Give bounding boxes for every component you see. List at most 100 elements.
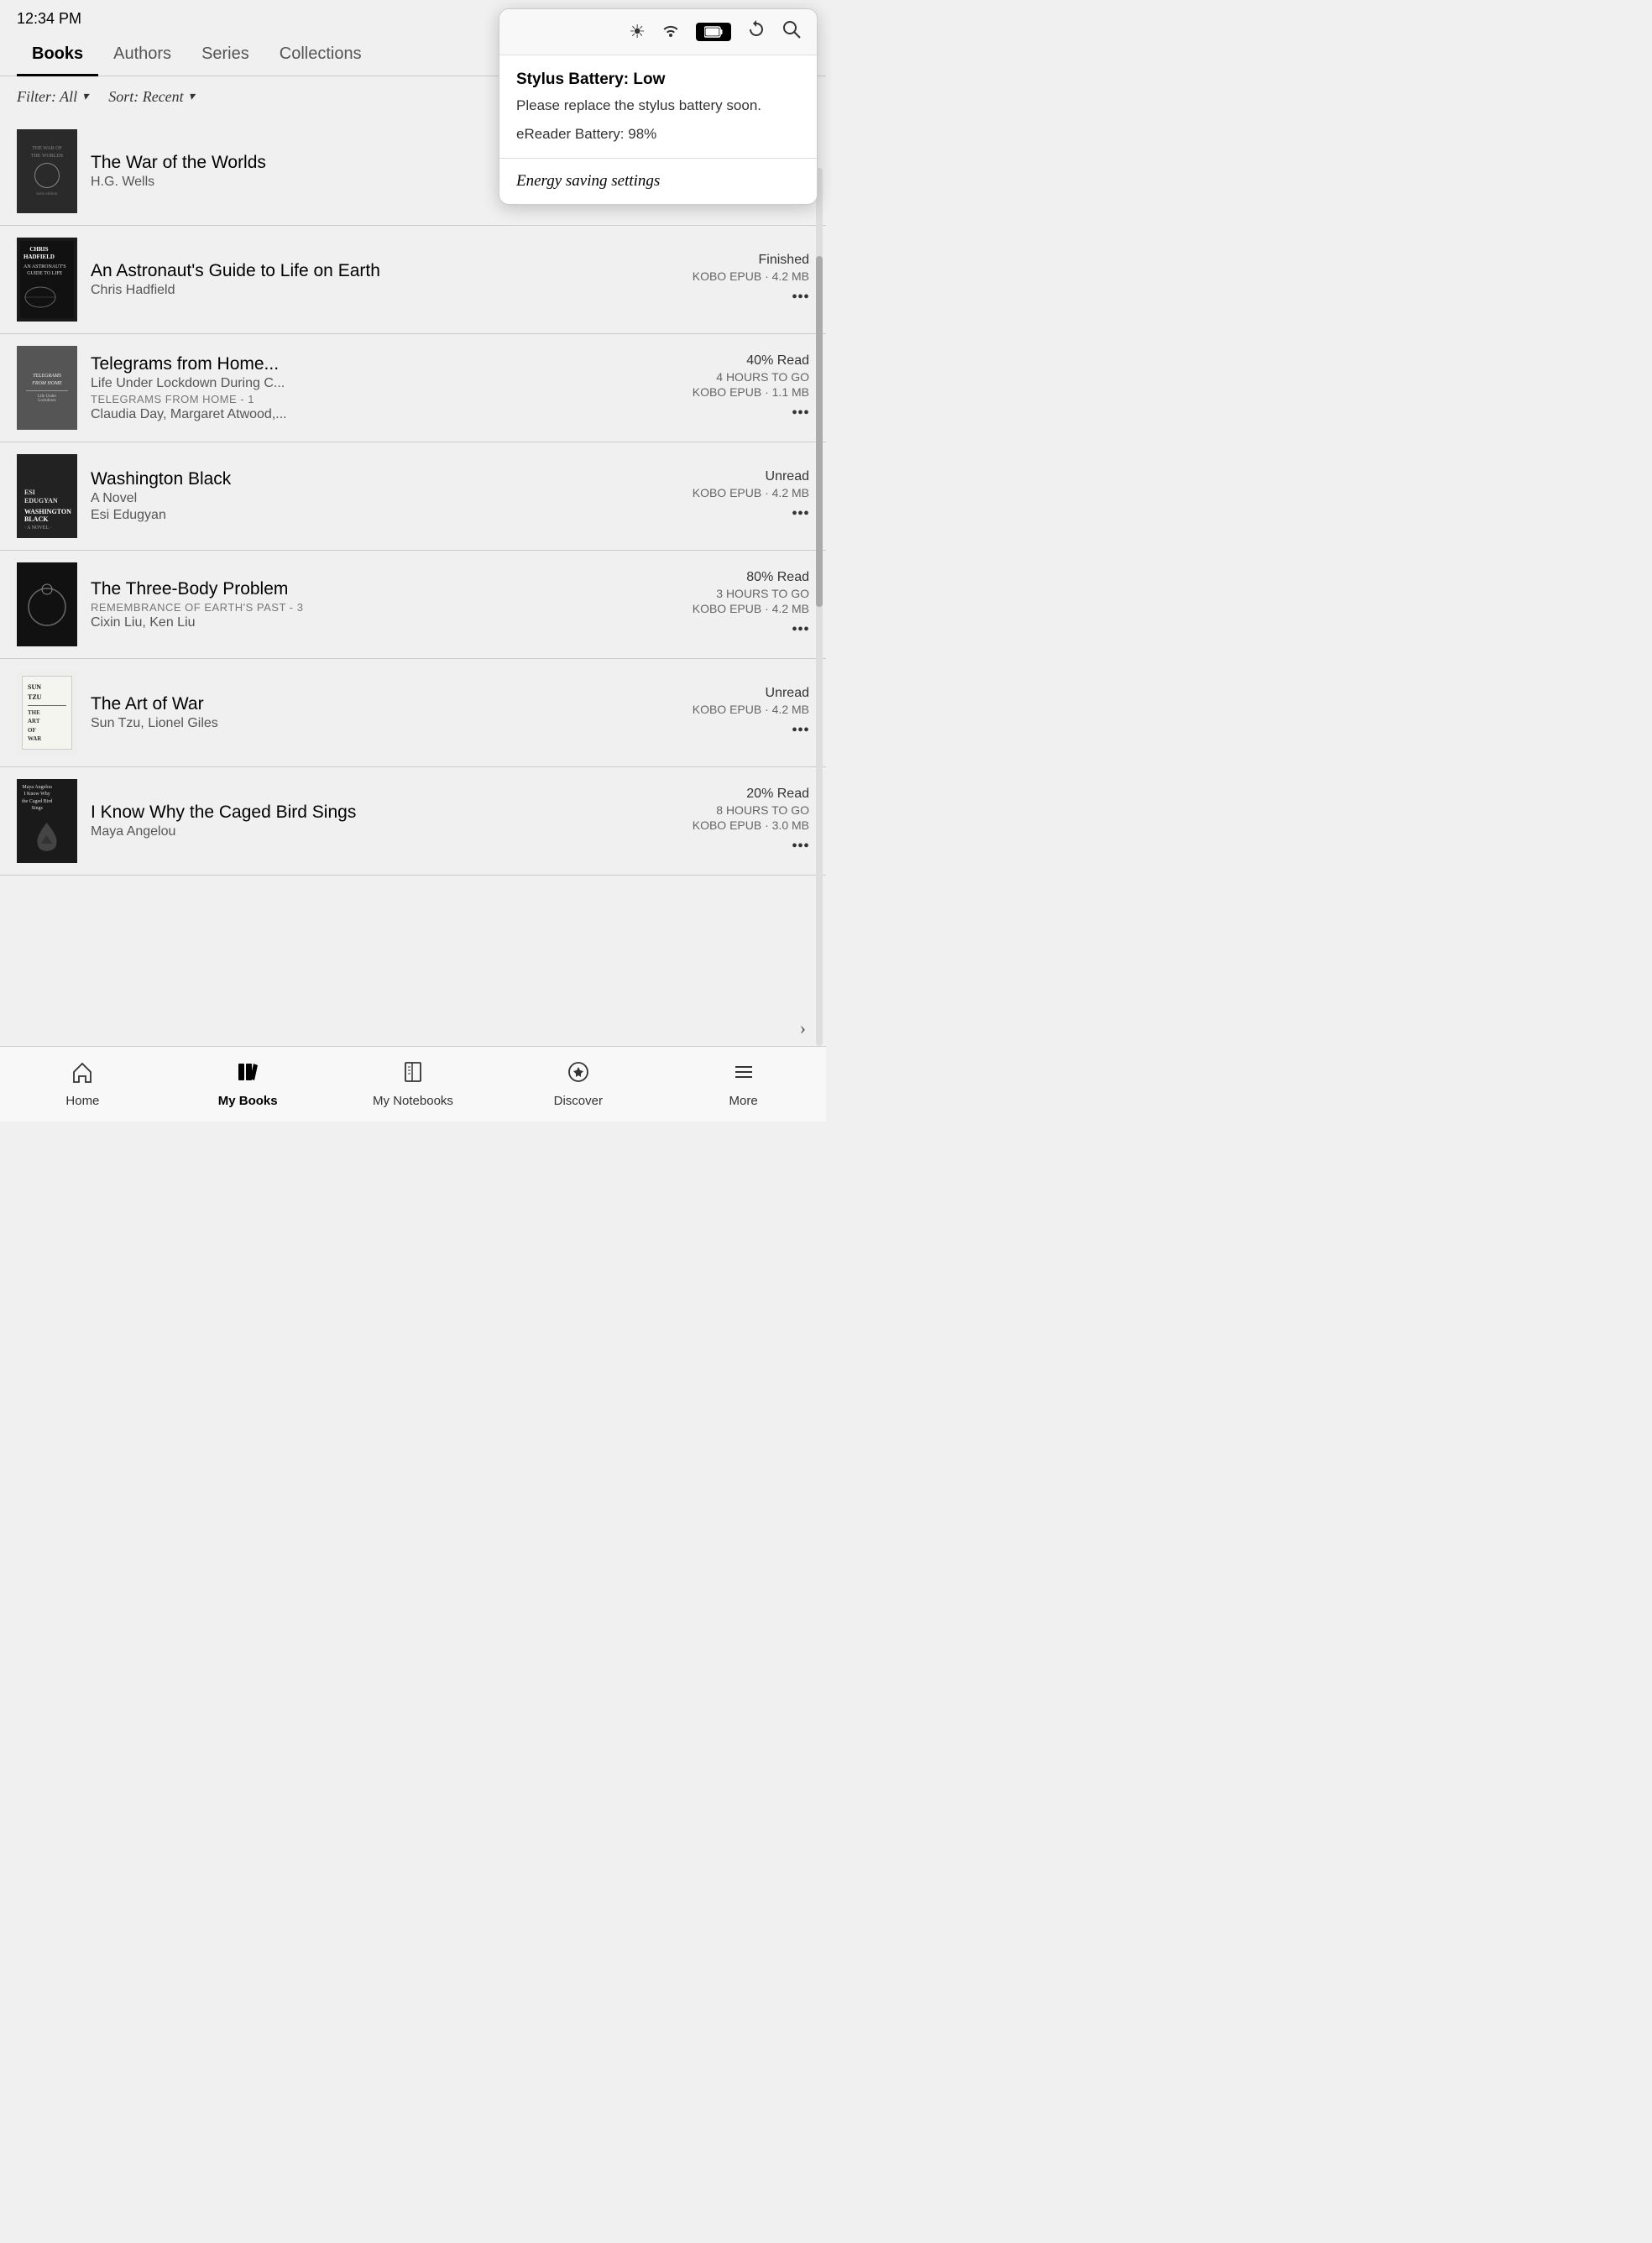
book-info: An Astronaut's Guide to Life on Earth Ch… — [91, 261, 678, 298]
book-options-button[interactable]: ••• — [792, 404, 809, 423]
book-status: Finished — [759, 253, 809, 268]
scroll-thumb[interactable] — [816, 256, 823, 607]
popup-message: Please replace the stylus battery soon. — [516, 96, 800, 116]
battery-status-icon[interactable] — [696, 23, 731, 41]
book-title: I Know Why the Caged Bird Sings — [91, 803, 678, 823]
battery-popup: ☀ Stylus Battery: Low Please replace the… — [499, 8, 818, 205]
book-status: 40% Read — [746, 353, 809, 369]
popup-icons-row: ☀ — [499, 9, 817, 55]
book-status: Unread — [766, 469, 809, 484]
nav-label-discover: Discover — [554, 1094, 603, 1108]
tab-authors[interactable]: Authors — [98, 34, 186, 76]
brightness-icon[interactable]: ☀ — [629, 21, 646, 43]
book-meta: 80% Read 3 HOURS TO GO KOBO EPUB · 4.2 M… — [692, 570, 809, 640]
book-author: Esi Edugyan — [91, 508, 678, 523]
more-icon — [732, 1060, 755, 1090]
book-format: KOBO EPUB · 3.0 MB — [693, 818, 809, 832]
scrollbar[interactable] — [816, 168, 823, 1046]
book-status: 20% Read — [746, 787, 809, 802]
book-author: Maya Angelou — [91, 824, 678, 839]
books-icon — [236, 1060, 259, 1090]
book-cover: Maya AngelouI Know Whythe Caged BirdSing… — [17, 779, 77, 863]
book-options-button[interactable]: ••• — [792, 837, 809, 856]
book-info: Telegrams from Home... Life Under Lockdo… — [91, 354, 678, 422]
popup-content: Stylus Battery: Low Please replace the s… — [499, 55, 817, 159]
nav-item-notebooks[interactable]: My Notebooks — [331, 1052, 496, 1116]
discover-icon — [567, 1060, 590, 1090]
refresh-icon[interactable] — [746, 19, 766, 44]
book-meta: 20% Read 8 HOURS TO GO KOBO EPUB · 3.0 M… — [692, 787, 809, 856]
book-format: KOBO EPUB · 4.2 MB — [693, 602, 809, 615]
filter-chevron-icon: ▾ — [82, 90, 88, 104]
book-options-button[interactable]: ••• — [792, 288, 809, 307]
filter-label: Filter: All — [17, 88, 77, 106]
nav-item-more[interactable]: More — [661, 1052, 826, 1116]
book-list: THE WAR OF THE WORLDS kobo edition The W… — [0, 118, 826, 876]
list-item[interactable]: Maya AngelouI Know Whythe Caged BirdSing… — [0, 767, 826, 876]
scroll-down-icon[interactable]: › — [800, 1017, 806, 1039]
list-item[interactable]: TELEGRAMSFROM HOME Life UnderLockdown Te… — [0, 334, 826, 442]
status-time: 12:34 PM — [17, 10, 81, 28]
book-cover: SUNTZU THEARTOFWAR — [17, 671, 77, 755]
nav-item-discover[interactable]: Discover — [495, 1052, 661, 1116]
book-hours: 3 HOURS TO GO — [716, 587, 809, 600]
nav-label-notebooks: My Notebooks — [373, 1094, 453, 1108]
book-cover: ESIEDUGYAN WASHINGTONBLACK · A NOVEL · — [17, 454, 77, 538]
popup-settings-link[interactable]: Energy saving settings — [499, 159, 817, 204]
nav-item-home[interactable]: Home — [0, 1052, 165, 1116]
book-info: I Know Why the Caged Bird Sings Maya Ang… — [91, 803, 678, 839]
book-title: The Art of War — [91, 694, 678, 714]
book-title: Telegrams from Home... — [91, 354, 678, 374]
book-meta: Finished KOBO EPUB · 4.2 MB ••• — [692, 253, 809, 307]
tab-series[interactable]: Series — [186, 34, 264, 76]
book-series: TELEGRAMS FROM HOME - 1 — [91, 393, 678, 405]
search-icon[interactable] — [782, 19, 802, 44]
book-author: Claudia Day, Margaret Atwood,... — [91, 407, 678, 422]
book-format: KOBO EPUB · 1.1 MB — [693, 385, 809, 399]
book-status: 80% Read — [746, 570, 809, 585]
book-cover: THE WAR OF THE WORLDS kobo edition — [17, 129, 77, 213]
book-options-button[interactable]: ••• — [792, 620, 809, 640]
book-format: KOBO EPUB · 4.2 MB — [693, 703, 809, 716]
book-meta: 40% Read 4 HOURS TO GO KOBO EPUB · 1.1 M… — [692, 353, 809, 423]
book-subtitle: A Novel — [91, 491, 678, 506]
book-title: Washington Black — [91, 469, 678, 489]
book-info: Washington Black A Novel Esi Edugyan — [91, 469, 678, 523]
book-status: Unread — [766, 686, 809, 701]
book-options-button[interactable]: ••• — [792, 721, 809, 740]
book-title: An Astronaut's Guide to Life on Earth — [91, 261, 678, 281]
book-hours: 8 HOURS TO GO — [716, 803, 809, 817]
book-cover: CHRISHADFIELD AN ASTRONAUT'SGUIDE TO LIF… — [17, 238, 77, 322]
popup-title: Stylus Battery: Low — [516, 71, 800, 89]
bottom-nav: Home My Books My Notebooks — [0, 1046, 826, 1122]
list-item[interactable]: ESIEDUGYAN WASHINGTONBLACK · A NOVEL · W… — [0, 442, 826, 551]
book-cover: TELEGRAMSFROM HOME Life UnderLockdown — [17, 346, 77, 430]
nav-label-more: More — [729, 1094, 757, 1108]
book-info: The Three-Body Problem REMEMBRANCE OF EA… — [91, 579, 678, 630]
popup-battery-level: eReader Battery: 98% — [516, 126, 800, 143]
tab-collections[interactable]: Collections — [264, 34, 377, 76]
home-icon — [71, 1060, 94, 1090]
book-hours: 4 HOURS TO GO — [716, 370, 809, 384]
sort-dropdown[interactable]: Sort: Recent ▾ — [108, 88, 195, 106]
nav-label-home: Home — [65, 1094, 99, 1108]
notebooks-icon — [401, 1060, 425, 1090]
book-info: The Art of War Sun Tzu, Lionel Giles — [91, 694, 678, 731]
book-meta: Unread KOBO EPUB · 4.2 MB ••• — [692, 469, 809, 524]
filter-dropdown[interactable]: Filter: All ▾ — [17, 88, 88, 106]
list-item[interactable]: The Three-Body Problem REMEMBRANCE OF EA… — [0, 551, 826, 659]
book-format: KOBO EPUB · 4.2 MB — [693, 269, 809, 283]
book-author: Sun Tzu, Lionel Giles — [91, 716, 678, 731]
list-item[interactable]: SUNTZU THEARTOFWAR The Art of War Sun Tz… — [0, 659, 826, 767]
book-format: KOBO EPUB · 4.2 MB — [693, 486, 809, 499]
nav-label-mybooks: My Books — [218, 1094, 278, 1108]
book-author: Chris Hadfield — [91, 283, 678, 298]
book-author: Cixin Liu, Ken Liu — [91, 615, 678, 630]
list-item[interactable]: CHRISHADFIELD AN ASTRONAUT'SGUIDE TO LIF… — [0, 226, 826, 334]
wifi-icon[interactable] — [661, 22, 681, 42]
nav-item-mybooks[interactable]: My Books — [165, 1052, 331, 1116]
book-cover — [17, 562, 77, 646]
sort-chevron-icon: ▾ — [189, 90, 195, 104]
book-options-button[interactable]: ••• — [792, 505, 809, 524]
tab-books[interactable]: Books — [17, 34, 98, 76]
